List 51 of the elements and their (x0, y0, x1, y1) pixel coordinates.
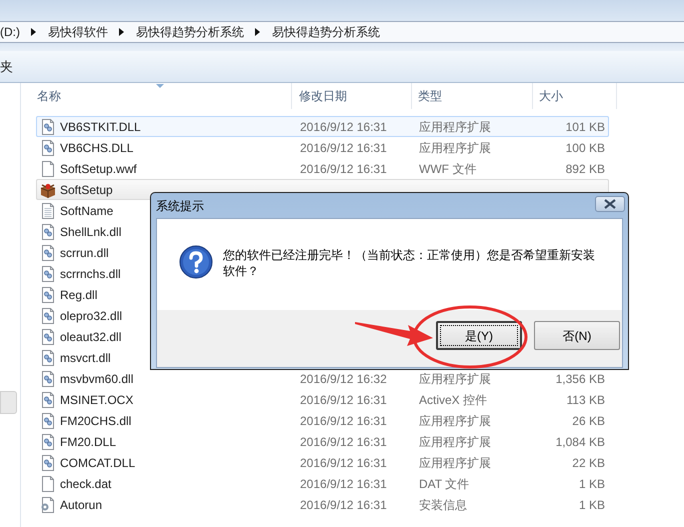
file-name: msvcrt.dll (60, 350, 111, 364)
modified-date: 2016/9/12 16:31 (300, 162, 387, 176)
file-name: VB6STKIT.DLL (60, 120, 141, 134)
file-type: 安装信息 (419, 498, 467, 512)
file-type: 应用程序扩展 (419, 372, 491, 386)
file-name: Autorun (60, 498, 102, 512)
modified-date: 2016/9/12 16:31 (300, 120, 387, 134)
file-name: FM20CHS.dll (60, 414, 132, 428)
modified-date: 2016/9/12 16:31 (300, 498, 387, 512)
file-name: VB6CHS.DLL (60, 140, 134, 154)
file-type: ActiveX 控件 (419, 392, 488, 406)
modified-date: 2016/9/12 16:31 (300, 414, 387, 428)
dialog-message: 您的软件已经注册完毕！（当前状态：正常使用）您是否希望重新安装软件？ (223, 247, 596, 279)
file-name: msvbvm60.dll (60, 372, 134, 386)
file-size: 22 KB (572, 456, 605, 470)
modified-date: 2016/9/12 16:31 (300, 456, 387, 470)
file-name: MSINET.OCX (60, 392, 134, 406)
file-name: FM20.DLL (60, 434, 116, 448)
file-name: ShellLnk.dll (60, 224, 122, 238)
file-type: DAT 文件 (419, 476, 470, 490)
file-size: 1,356 KB (556, 372, 605, 386)
modified-date: 2016/9/12 16:31 (300, 476, 387, 490)
file-name: scrrun.dll (60, 246, 109, 260)
modified-date: 2016/9/12 16:32 (300, 372, 387, 386)
file-size: 100 KB (566, 140, 605, 154)
file-type: 应用程序扩展 (419, 120, 491, 134)
modified-date: 2016/9/12 16:31 (300, 140, 387, 154)
file-name: oleaut32.dll (60, 330, 122, 344)
modified-date: 2016/9/12 16:31 (300, 392, 387, 406)
file-name: olepro32.dll (60, 308, 122, 322)
file-name: SoftSetup (60, 182, 113, 196)
file-size: 101 KB (566, 120, 605, 134)
file-type: 应用程序扩展 (419, 414, 491, 428)
dialog-title: 系统提示 (156, 198, 204, 214)
modified-date: 2016/9/12 16:31 (300, 434, 387, 448)
file-name: scrrnchs.dll (60, 266, 121, 280)
file-size: 113 KB (566, 392, 605, 406)
file-size: 892 KB (566, 162, 605, 176)
file-type: 应用程序扩展 (419, 434, 491, 448)
file-size: 1 KB (578, 498, 605, 512)
file-size: 1,084 KB (556, 434, 605, 448)
file-type: 应用程序扩展 (419, 140, 491, 154)
file-name: SoftSetup.wwf (60, 162, 137, 176)
file-size: 26 KB (572, 414, 605, 428)
file-name: COMCAT.DLL (60, 456, 136, 470)
file-name: check.dat (60, 476, 112, 490)
file-name: Reg.dll (60, 288, 98, 302)
file-name: SoftName (60, 204, 114, 218)
file-type: 应用程序扩展 (419, 456, 491, 470)
file-size: 1 KB (578, 476, 605, 490)
file-type: WWF 文件 (419, 162, 476, 176)
